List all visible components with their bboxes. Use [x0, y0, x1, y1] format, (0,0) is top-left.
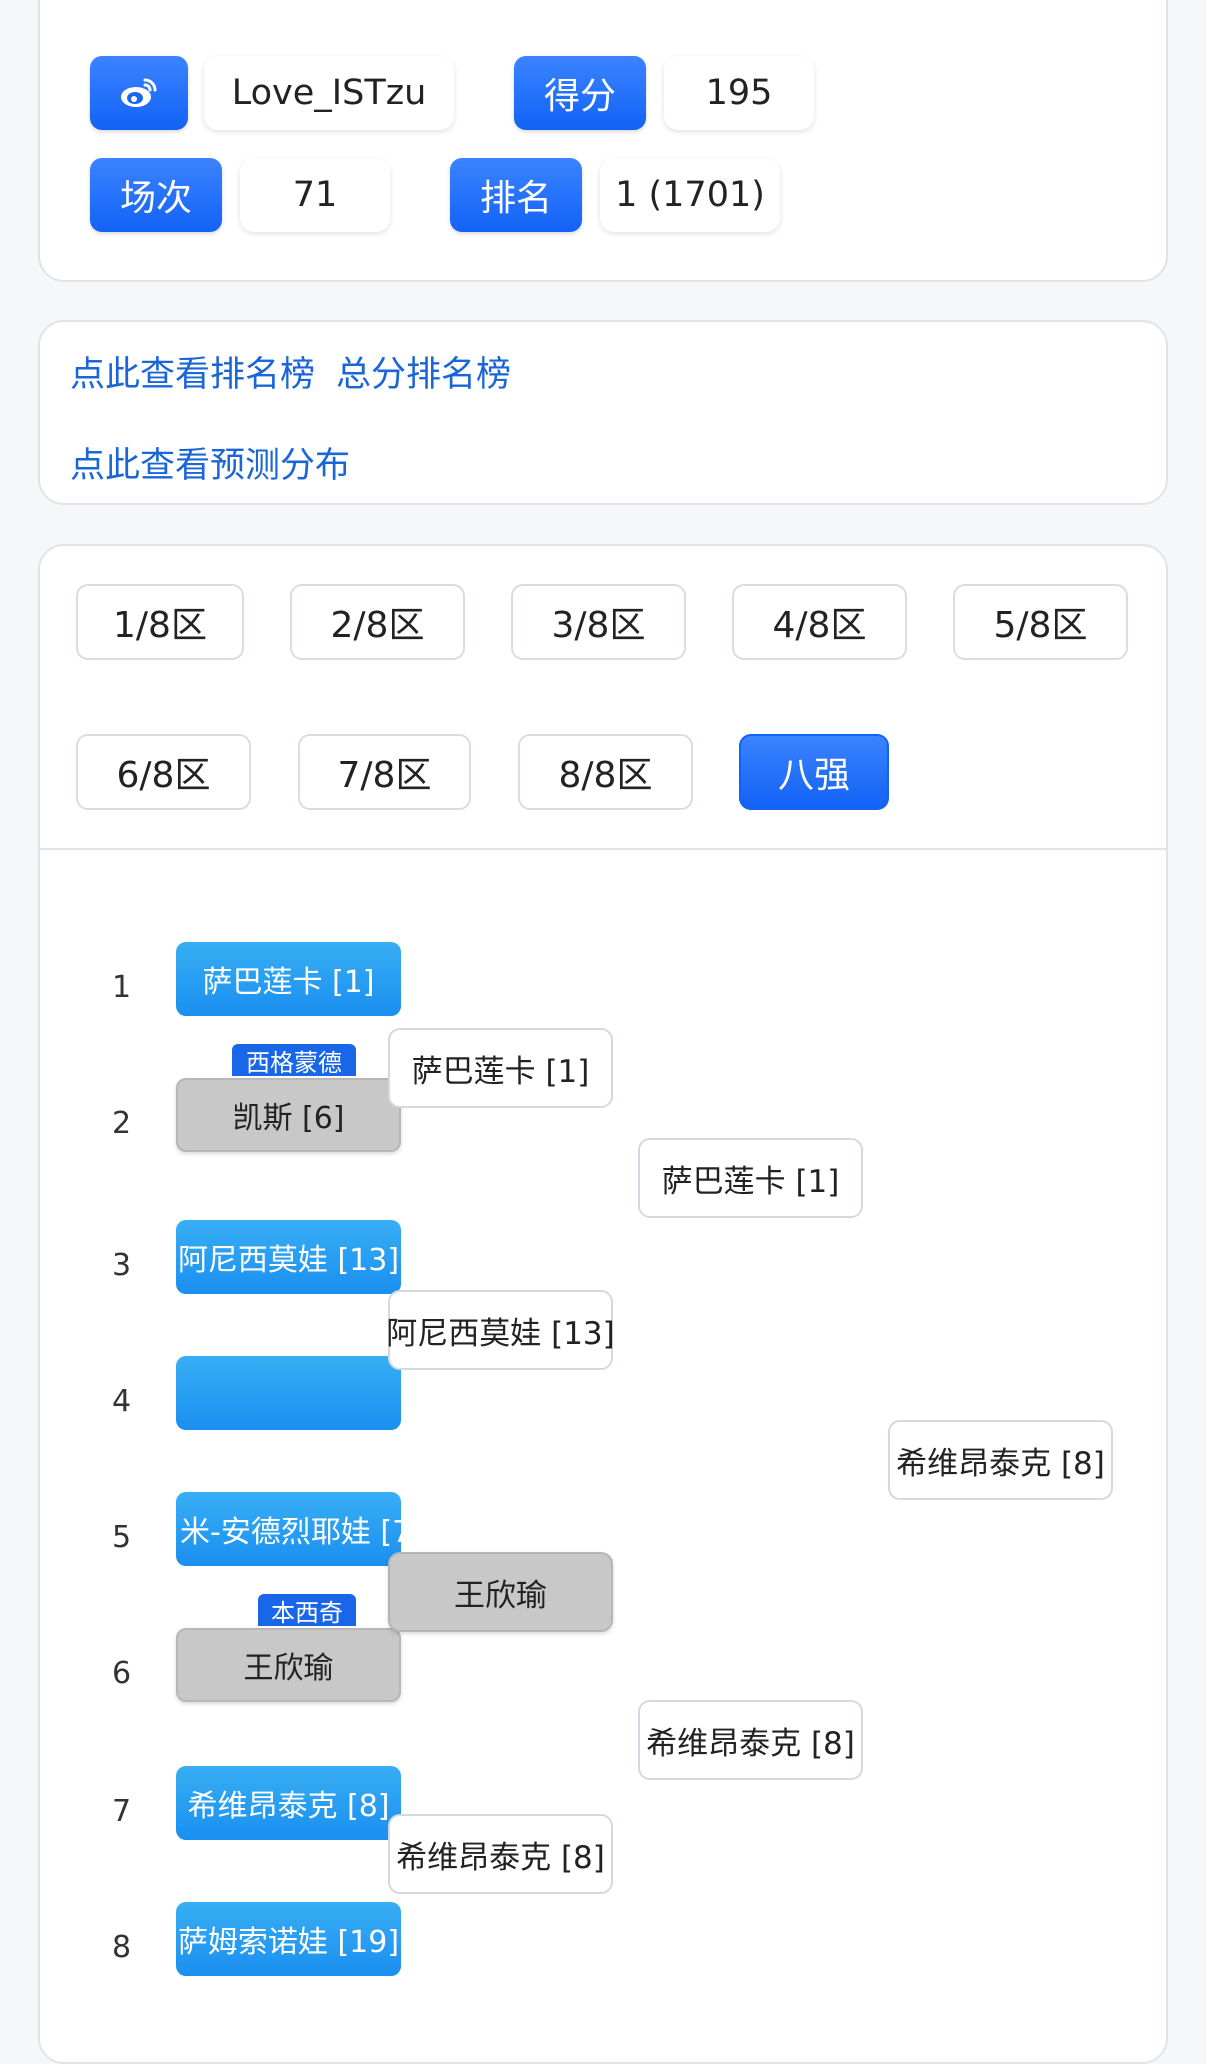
score-value: 195 [664, 56, 814, 130]
matches-value: 71 [240, 158, 390, 232]
seed-number: 4 [112, 1384, 132, 1419]
r3-slot-2[interactable]: 希维昂泰克 [8] [638, 1700, 863, 1780]
final-slot[interactable]: 希维昂泰克 [8] [888, 1420, 1113, 1500]
prediction-link[interactable]: 点此查看预测分布 [70, 437, 350, 488]
score-label: 得分 [514, 56, 646, 130]
total-ranking-link[interactable]: 总分排名榜 [336, 346, 511, 397]
r1-player-7[interactable]: 希维昂泰克 [8] [176, 1766, 401, 1840]
seed-number: 1 [112, 970, 132, 1005]
zone-tab-8[interactable]: 8/8区 [518, 734, 693, 810]
divider [40, 848, 1166, 850]
seed-number: 6 [112, 1656, 132, 1691]
rank-label: 排名 [450, 158, 582, 232]
seed-number: 2 [112, 1106, 132, 1141]
r2-slot-2[interactable]: 阿尼西莫娃 [13] [386, 1290, 615, 1370]
links-card: 点此查看排名榜 总分排名榜 点此查看预测分布 [38, 320, 1168, 505]
zone-tab-4[interactable]: 4/8区 [732, 584, 907, 660]
rank-value: 1 (1701) [600, 158, 780, 232]
r1-player-5[interactable]: 米-安德烈耶娃 [7 [176, 1492, 401, 1566]
r3-slot-1[interactable]: 萨巴莲卡 [1] [638, 1138, 863, 1218]
r2-slot-1[interactable]: 萨巴莲卡 [1] [388, 1028, 613, 1108]
seed-number: 8 [112, 1930, 132, 1965]
actual-winner-note: 西格蒙德 [232, 1044, 356, 1077]
username: Love_ISTzu [204, 56, 454, 130]
seed-number: 3 [112, 1248, 132, 1283]
ranking-link[interactable]: 点此查看排名榜 [70, 346, 315, 397]
r1-player-6[interactable]: 王欣瑜 [176, 1628, 401, 1702]
bracket-card: 1/8区 2/8区 3/8区 4/8区 5/8区 6/8区 7/8区 8/8区 … [38, 544, 1168, 2064]
zone-tab-5[interactable]: 5/8区 [953, 584, 1128, 660]
r2-slot-3[interactable]: 王欣瑜 [388, 1552, 613, 1632]
zone-tab-7[interactable]: 7/8区 [298, 734, 471, 810]
zone-tab-quarterfinal[interactable]: 八强 [739, 734, 889, 810]
r1-player-8[interactable]: 萨姆索诺娃 [19] [176, 1902, 401, 1976]
seed-number: 5 [112, 1520, 132, 1555]
user-stats-card: Love_ISTzu 得分 195 场次 71 排名 1 (1701) [38, 0, 1168, 282]
zone-tab-6[interactable]: 6/8区 [76, 734, 251, 810]
zone-tab-1[interactable]: 1/8区 [76, 584, 244, 660]
zone-tab-3[interactable]: 3/8区 [511, 584, 686, 660]
r1-player-3[interactable]: 阿尼西莫娃 [13] [176, 1220, 401, 1294]
weibo-icon[interactable] [90, 56, 188, 130]
zone-tab-2[interactable]: 2/8区 [290, 584, 465, 660]
matches-label: 场次 [90, 158, 222, 232]
r1-player-2[interactable]: 凯斯 [6] [176, 1078, 401, 1152]
r2-slot-4[interactable]: 希维昂泰克 [8] [388, 1814, 613, 1894]
seed-number: 7 [112, 1794, 132, 1829]
actual-winner-note: 本西奇 [258, 1594, 356, 1627]
r1-player-1[interactable]: 萨巴莲卡 [1] [176, 942, 401, 1016]
r1-player-4[interactable] [176, 1356, 401, 1430]
